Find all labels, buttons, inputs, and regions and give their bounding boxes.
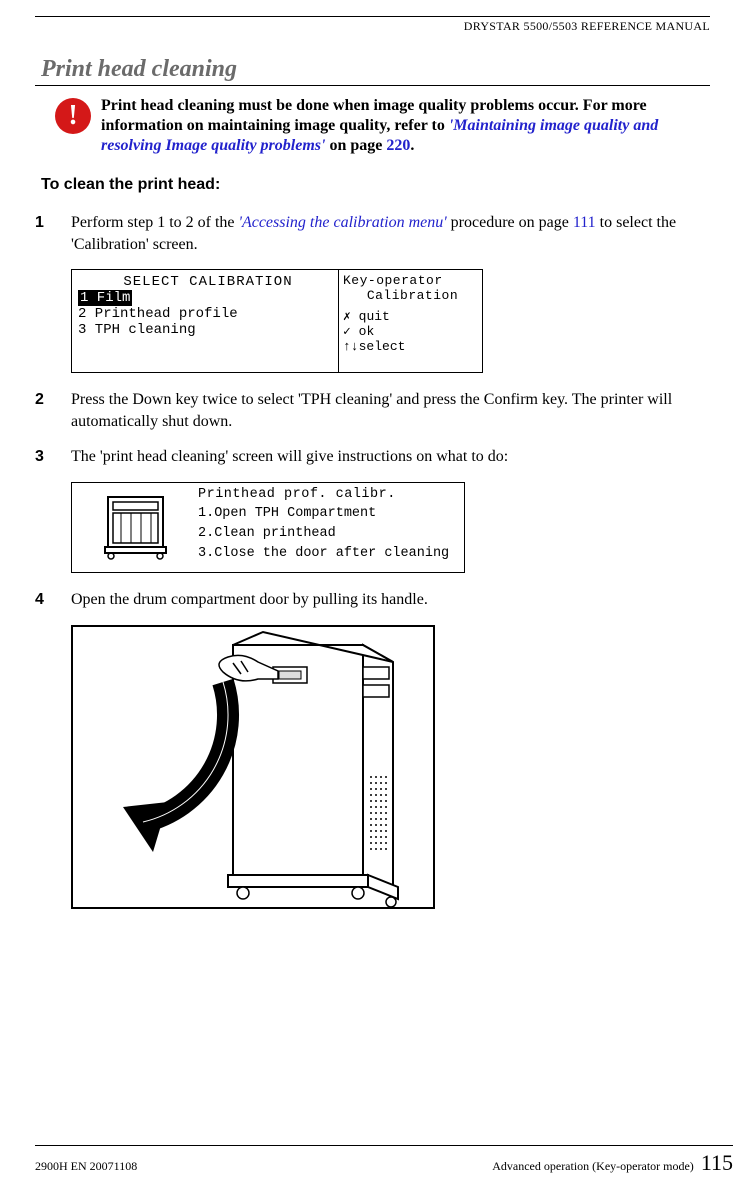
lcd1-title: SELECT CALIBRATION xyxy=(78,274,338,290)
step-number: 3 xyxy=(35,446,53,468)
lcd2-title: Printhead prof. calibr. xyxy=(198,487,458,503)
lcd1-action-select: ↑↓select xyxy=(343,340,482,355)
warning-text: Print head cleaning must be done when im… xyxy=(101,96,710,156)
page-footer: 2900H EN 20071108 Advanced operation (Ke… xyxy=(0,1145,745,1176)
lcd-screenshot-calibration: SELECT CALIBRATION 1 Film 2 Printhead pr… xyxy=(71,269,483,373)
step-1: 1 Perform step 1 to 2 of the 'Accessing … xyxy=(35,212,710,255)
lcd2-printer-icon xyxy=(78,487,198,562)
printer-door-illustration xyxy=(71,625,435,909)
lcd1-item-3: 3 TPH cleaning xyxy=(78,322,338,338)
header-title: DRYSTAR 5500/5503 REFERENCE MANUAL xyxy=(35,19,710,34)
footer-right: Advanced operation (Key-operator mode) xyxy=(492,1159,694,1173)
step-2: 2 Press the Down key twice to select 'TP… xyxy=(35,389,710,432)
section-heading: Print head cleaning xyxy=(35,56,710,86)
step-4: 4 Open the drum compartment door by pull… xyxy=(35,589,710,611)
lcd1-right-header2: Calibration xyxy=(343,289,482,304)
lcd2-line-1: 1.Open TPH Compartment xyxy=(198,506,458,522)
step-number: 1 xyxy=(35,212,53,255)
lcd1-item-2: 2 Printhead profile xyxy=(78,306,338,322)
lcd2-line-3: 3.Close the door after cleaning xyxy=(198,546,458,562)
warning-box: ! Print head cleaning must be done when … xyxy=(55,96,710,156)
procedure-subhead: To clean the print head: xyxy=(41,176,710,194)
step-number: 2 xyxy=(35,389,53,432)
step1-link[interactable]: 'Accessing the calibration menu' xyxy=(239,214,447,231)
lcd-screenshot-instructions: Printhead prof. calibr. 1.Open TPH Compa… xyxy=(71,482,465,573)
lcd1-item-1: 1 Film xyxy=(78,290,132,306)
step-number: 4 xyxy=(35,589,53,611)
step1-page-link[interactable]: 111 xyxy=(573,214,596,231)
lcd1-right-header1: Key-operator xyxy=(343,274,482,289)
warning-icon: ! xyxy=(55,98,91,134)
step-3: 3 The 'print head cleaning' screen will … xyxy=(35,446,710,468)
lcd1-action-quit: ✗ quit xyxy=(343,310,482,325)
lcd2-line-2: 2.Clean printhead xyxy=(198,526,458,542)
page-number: 115 xyxy=(701,1150,733,1175)
lcd1-action-ok: ✓ ok xyxy=(343,325,482,340)
footer-left: 2900H EN 20071108 xyxy=(35,1159,137,1174)
warning-page-link[interactable]: 220 xyxy=(386,137,410,154)
